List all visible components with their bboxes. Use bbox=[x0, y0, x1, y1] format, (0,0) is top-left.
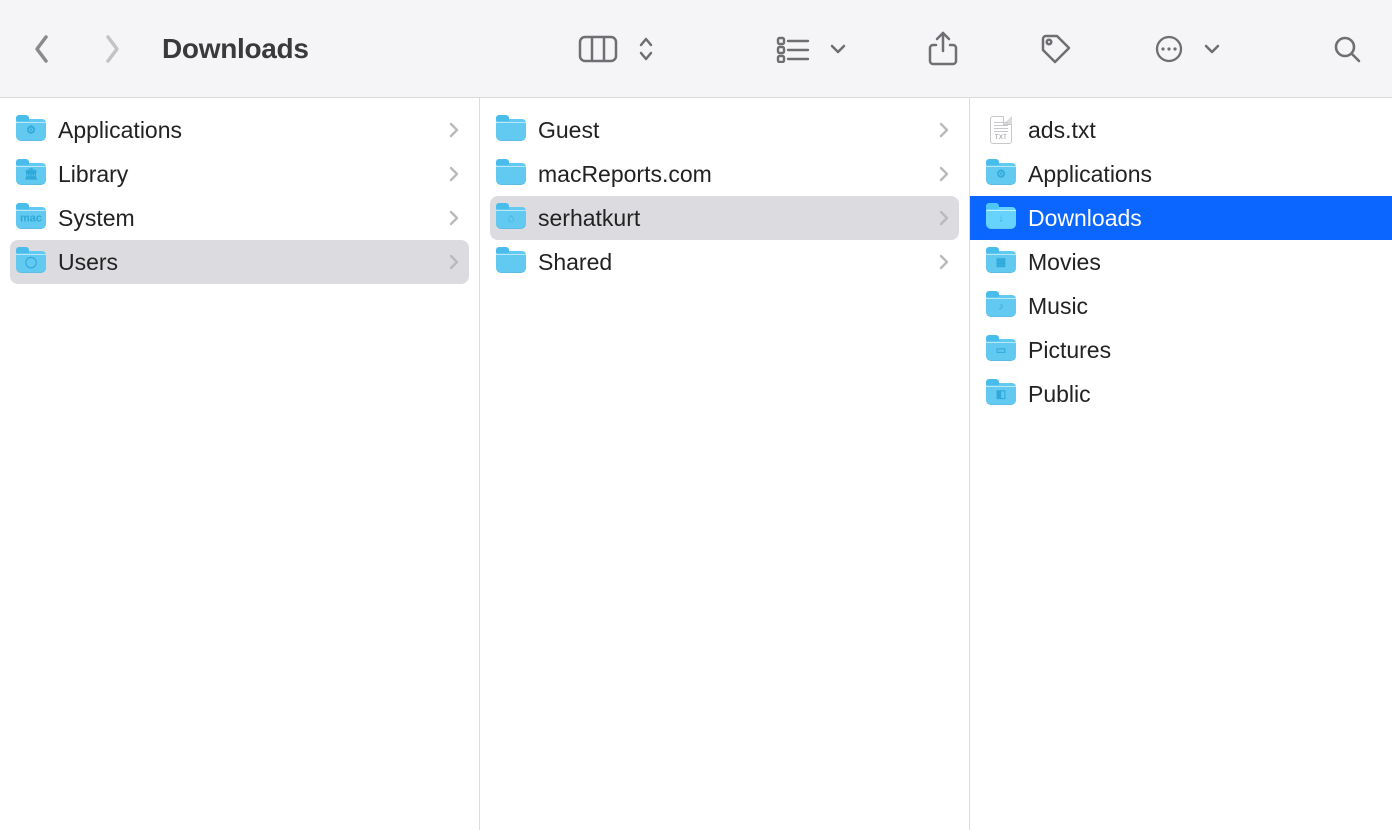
file-label: Library bbox=[58, 161, 449, 188]
file-label: Downloads bbox=[1028, 205, 1372, 232]
column-1: Guest macReports.com ⌂ serhatkurt Shared bbox=[480, 98, 970, 830]
file-row-pictures[interactable]: ▭ Pictures bbox=[980, 328, 1382, 372]
view-columns-button[interactable] bbox=[572, 29, 624, 69]
file-row-system[interactable]: mac System bbox=[10, 196, 469, 240]
file-row-public[interactable]: ◧ Public bbox=[980, 372, 1382, 416]
share-button[interactable] bbox=[922, 29, 964, 69]
file-row-shared[interactable]: Shared bbox=[490, 240, 959, 284]
chevron-down-icon bbox=[830, 43, 846, 55]
expand-chevron-icon bbox=[449, 254, 459, 270]
forward-button[interactable] bbox=[96, 33, 128, 65]
group-icon bbox=[776, 35, 810, 63]
more-actions-button[interactable] bbox=[1148, 29, 1190, 69]
window-title: Downloads bbox=[162, 33, 309, 65]
tags-button[interactable] bbox=[1034, 29, 1078, 69]
toolbar: Downloads bbox=[0, 0, 1392, 98]
file-row-music[interactable]: ♪ Music bbox=[980, 284, 1382, 328]
column-0: ⚙ Applications 🏛 Library mac System ◯ Users bbox=[0, 98, 480, 830]
folder-icon: ↓ bbox=[984, 203, 1018, 233]
back-button[interactable] bbox=[26, 33, 58, 65]
file-row-serhatkurt[interactable]: ⌂ serhatkurt bbox=[490, 196, 959, 240]
file-row-users[interactable]: ◯ Users bbox=[10, 240, 469, 284]
expand-chevron-icon bbox=[939, 166, 949, 182]
file-label: Pictures bbox=[1028, 337, 1372, 364]
file-row-library[interactable]: 🏛 Library bbox=[10, 152, 469, 196]
search-icon bbox=[1332, 34, 1362, 64]
file-label: macReports.com bbox=[538, 161, 939, 188]
action-controls bbox=[1148, 29, 1226, 69]
nav-buttons bbox=[26, 33, 128, 65]
file-label: serhatkurt bbox=[538, 205, 939, 232]
chevron-right-icon bbox=[103, 34, 121, 64]
file-label: Public bbox=[1028, 381, 1372, 408]
file-row-guest[interactable]: Guest bbox=[490, 108, 959, 152]
view-options-button[interactable] bbox=[632, 29, 660, 69]
group-controls bbox=[770, 29, 852, 69]
file-label: Applications bbox=[58, 117, 449, 144]
file-label: Applications bbox=[1028, 161, 1372, 188]
expand-chevron-icon bbox=[939, 122, 949, 138]
tag-icon bbox=[1040, 33, 1072, 65]
file-label: ads.txt bbox=[1028, 117, 1372, 144]
file-label: Users bbox=[58, 249, 449, 276]
folder-icon: ▦ bbox=[984, 247, 1018, 277]
search-button[interactable] bbox=[1326, 29, 1368, 69]
expand-chevron-icon bbox=[939, 254, 949, 270]
folder-icon bbox=[494, 115, 528, 145]
chevron-down-icon bbox=[1204, 43, 1220, 55]
folder-icon: ▭ bbox=[984, 335, 1018, 365]
file-row-downloads[interactable]: ↓ Downloads bbox=[970, 196, 1392, 240]
ellipsis-circle-icon bbox=[1154, 34, 1184, 64]
folder-icon bbox=[494, 247, 528, 277]
view-controls bbox=[572, 29, 660, 69]
file-row-applications[interactable]: ⚙ Applications bbox=[980, 152, 1382, 196]
expand-chevron-icon bbox=[449, 122, 459, 138]
group-by-button[interactable] bbox=[770, 29, 816, 69]
more-actions-menu-button[interactable] bbox=[1198, 29, 1226, 69]
folder-icon: 🏛 bbox=[14, 159, 48, 189]
folder-icon: mac bbox=[14, 203, 48, 233]
folder-icon: ⚙ bbox=[14, 115, 48, 145]
text-file-icon: TXT bbox=[984, 115, 1018, 145]
column-view: ⚙ Applications 🏛 Library mac System ◯ Users Gues… bbox=[0, 98, 1392, 830]
file-row-macreports-com[interactable]: macReports.com bbox=[490, 152, 959, 196]
chevron-left-icon bbox=[33, 34, 51, 64]
folder-icon: ◯ bbox=[14, 247, 48, 277]
folder-icon bbox=[494, 159, 528, 189]
expand-chevron-icon bbox=[449, 166, 459, 182]
file-row-applications[interactable]: ⚙ Applications bbox=[10, 108, 469, 152]
file-row-ads-txt[interactable]: TXT ads.txt bbox=[980, 108, 1382, 152]
group-menu-button[interactable] bbox=[824, 29, 852, 69]
file-row-movies[interactable]: ▦ Movies bbox=[980, 240, 1382, 284]
columns-view-icon bbox=[578, 34, 618, 64]
folder-icon: ♪ bbox=[984, 291, 1018, 321]
share-icon bbox=[928, 31, 958, 67]
folder-icon: ⌂ bbox=[494, 203, 528, 233]
file-label: Guest bbox=[538, 117, 939, 144]
file-label: Movies bbox=[1028, 249, 1372, 276]
up-down-chevron-icon bbox=[638, 36, 654, 62]
expand-chevron-icon bbox=[939, 210, 949, 226]
file-label: Shared bbox=[538, 249, 939, 276]
folder-icon: ⚙ bbox=[984, 159, 1018, 189]
folder-icon: ◧ bbox=[984, 379, 1018, 409]
file-label: System bbox=[58, 205, 449, 232]
file-label: Music bbox=[1028, 293, 1372, 320]
expand-chevron-icon bbox=[449, 210, 459, 226]
column-2: TXT ads.txt ⚙ Applications ↓ Downloads ▦ Movies… bbox=[970, 98, 1392, 830]
